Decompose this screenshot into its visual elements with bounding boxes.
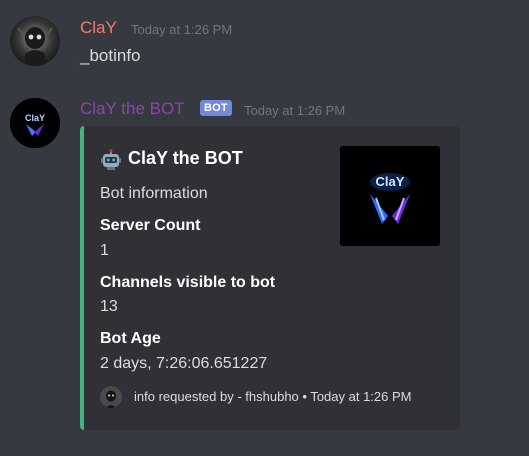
field-value-bot-age: 2 days, 7:26:06.651227	[100, 355, 268, 372]
bot-badge: BOT	[200, 100, 232, 116]
field-value-server-count: 1	[100, 242, 109, 259]
field-name-bot-age: Bot Age	[100, 330, 161, 347]
username-bot[interactable]: ClaY the BOT	[80, 99, 185, 119]
thumbnail-logo-text: ClaY	[376, 174, 405, 189]
embed-description: Bot information	[100, 185, 208, 202]
avatar-bot[interactable]: ClaY	[10, 98, 60, 148]
embed-footer: info requested by - fhshubho • Today at …	[134, 389, 412, 404]
avatar-clay[interactable]	[10, 16, 60, 66]
message-content: _botinfo	[80, 46, 141, 65]
clay-logo-avatar-icon: ClaY	[10, 98, 60, 148]
field-name-channels: Channels visible to bot	[100, 274, 276, 291]
embed-accent-bar	[80, 126, 84, 430]
field-name-server-count: Server Count	[100, 217, 201, 234]
message-timestamp: Today at 1:26 PM	[131, 22, 233, 37]
field-value-channels: 13	[100, 298, 118, 315]
footer-avatar-icon	[100, 386, 122, 408]
message-timestamp: Today at 1:26 PM	[244, 103, 346, 118]
robot-icon	[100, 149, 122, 171]
skull-avatar-icon	[10, 16, 60, 66]
embed-thumbnail[interactable]: ClaY	[340, 146, 440, 246]
embed-title: ClaY the BOT	[128, 148, 243, 168]
svg-text:ClaY: ClaY	[25, 113, 45, 123]
username-clay[interactable]: ClaY	[80, 18, 117, 38]
